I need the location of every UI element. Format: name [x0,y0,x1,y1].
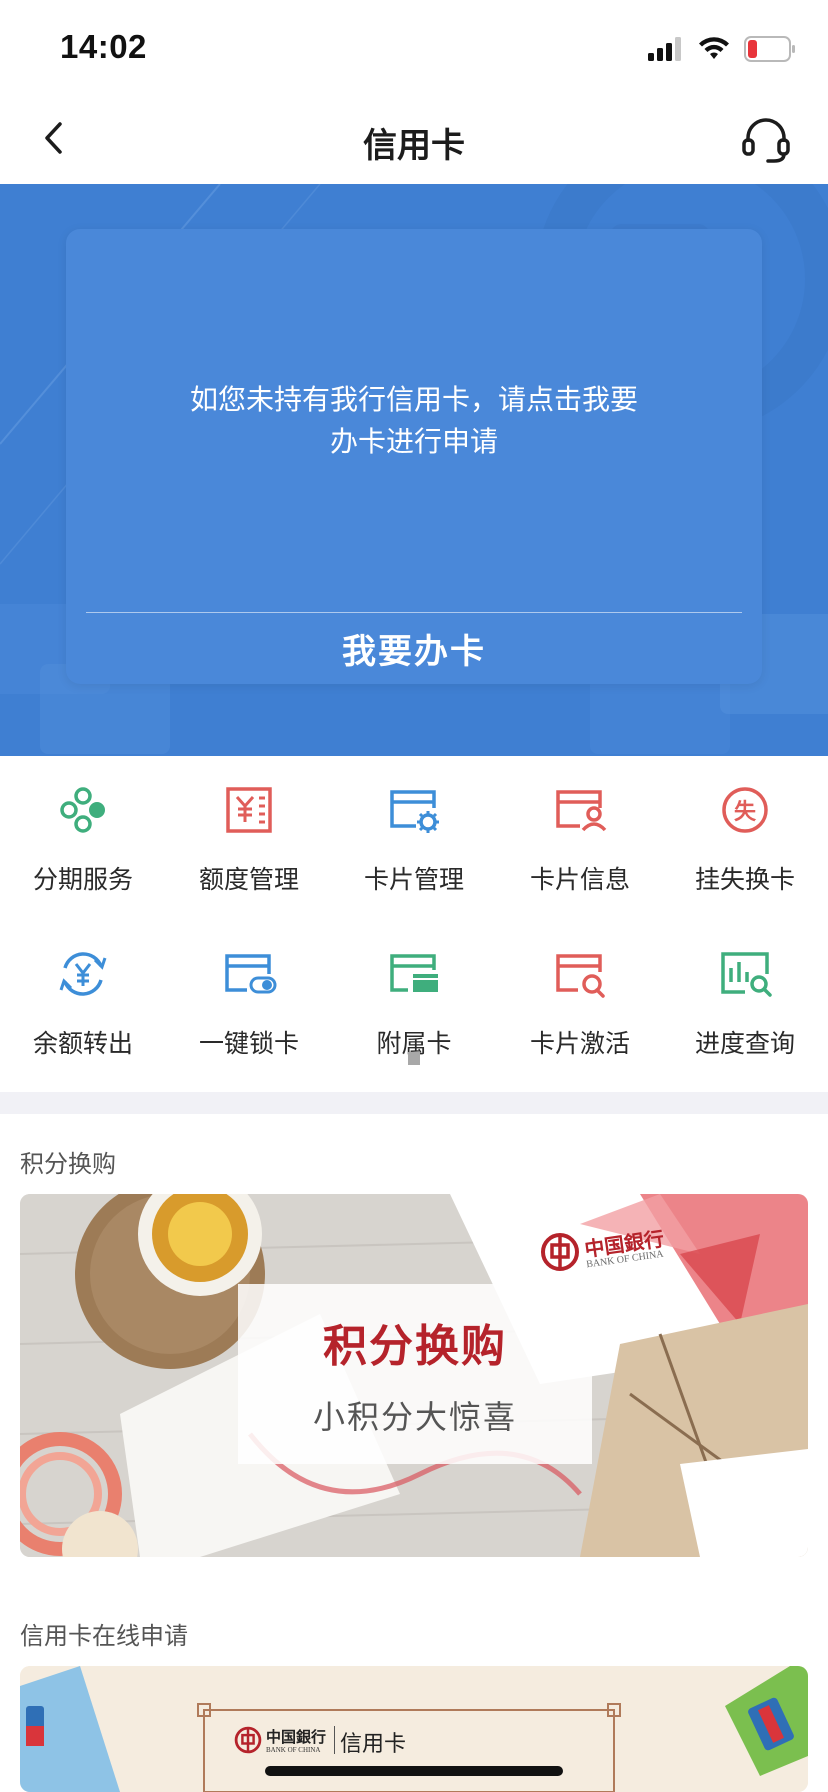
card-lock-icon [225,954,277,994]
status-time: 14:02 [60,28,147,65]
hero-message-line2: 办卡进行申请 [329,426,498,457]
hero-message-line1: 如您未持有我行信用卡，请点击我要 [189,384,638,415]
bank-of-china-logo [541,1233,579,1271]
battery-icon [744,36,795,62]
card-activate-icon [556,954,605,998]
hero-message: 如您未持有我行信用卡，请点击我要 办卡进行申请 [106,379,722,463]
supplementary-card-icon [390,954,438,992]
card-settings-icon [390,790,439,833]
grid-item-balance-transfer[interactable]: 余额转出 [0,920,166,1070]
apply-banner-label: 信用卡 [340,1731,407,1756]
headset-icon [742,118,790,163]
points-banner-title: 积分换购 [323,1322,507,1371]
points-exchange-banner[interactable]: 中国銀行 BANK OF CHINA 积分换购 小积分大惊喜 [20,1194,808,1557]
hero-banner: 如您未持有我行信用卡，请点击我要 办卡进行申请 我要办卡 [0,184,828,756]
grid-item-card-lock[interactable]: 一键锁卡 [166,920,332,1070]
points-banner-subtitle: 小积分大惊喜 [312,1399,517,1435]
grid-item-report-loss[interactable]: 失 挂失换卡 [662,756,828,906]
signal-icon [648,37,681,61]
progress-query-icon [721,952,772,997]
points-section-title: 积分换购 [20,1151,116,1178]
svg-text:失: 失 [734,800,757,825]
grid-label: 挂失换卡 [694,866,795,894]
customer-service-button[interactable] [740,114,792,166]
apply-logo-text: 中国銀行 [266,1728,327,1746]
report-loss-icon: 失 [722,787,768,833]
grid-label: 余额转出 [32,1030,133,1058]
page-indicator [408,1052,420,1065]
grid-label: 额度管理 [198,866,299,894]
apply-logo-separator [334,1726,335,1754]
points-banner-panel: 积分换购 小积分大惊喜 [238,1284,592,1464]
grid-label: 卡片管理 [363,866,464,894]
grid-label: 卡片信息 [529,866,630,894]
grid-item-installment[interactable]: 分期服务 [0,756,166,906]
home-indicator [265,1766,563,1776]
grid-item-supplementary-card[interactable]: 附属卡 [331,920,497,1070]
grid-item-progress-query[interactable]: 进度查询 [662,920,828,1070]
section-divider [0,1092,828,1114]
wifi-icon [699,37,729,59]
grid-label: 一键锁卡 [198,1030,299,1058]
card-info-icon [556,790,607,832]
bank-of-china-logo [234,1726,262,1754]
apply-logo-en: BANK OF CHINA [266,1746,321,1754]
page-title: 信用卡 [363,127,465,165]
limit-icon [226,787,272,833]
grid-item-card-settings[interactable]: 卡片管理 [331,756,497,906]
grid-label: 卡片激活 [529,1030,630,1058]
status-bar: 14:02 [0,0,828,92]
function-grid: 分期服务 额度管理 卡片管理 卡片信息 失 挂失换卡 余额转出 一键锁卡 附属卡… [0,756,828,1092]
grid-item-card-info[interactable]: 卡片信息 [497,756,663,906]
grid-item-card-activate[interactable]: 卡片激活 [497,920,663,1070]
status-icons [648,34,796,64]
apply-card-panel: 如您未持有我行信用卡，请点击我要 办卡进行申请 我要办卡 [66,229,762,684]
balance-transfer-icon [59,952,107,996]
grid-label: 分期服务 [32,866,133,894]
apply-card-button[interactable]: 我要办卡 [66,613,762,684]
grid-item-limit[interactable]: 额度管理 [166,756,332,906]
nav-bar: 信用卡 [0,92,828,184]
installment-icon [60,787,105,833]
grid-label: 进度查询 [694,1030,795,1058]
apply-section-title: 信用卡在线申请 [20,1623,188,1650]
